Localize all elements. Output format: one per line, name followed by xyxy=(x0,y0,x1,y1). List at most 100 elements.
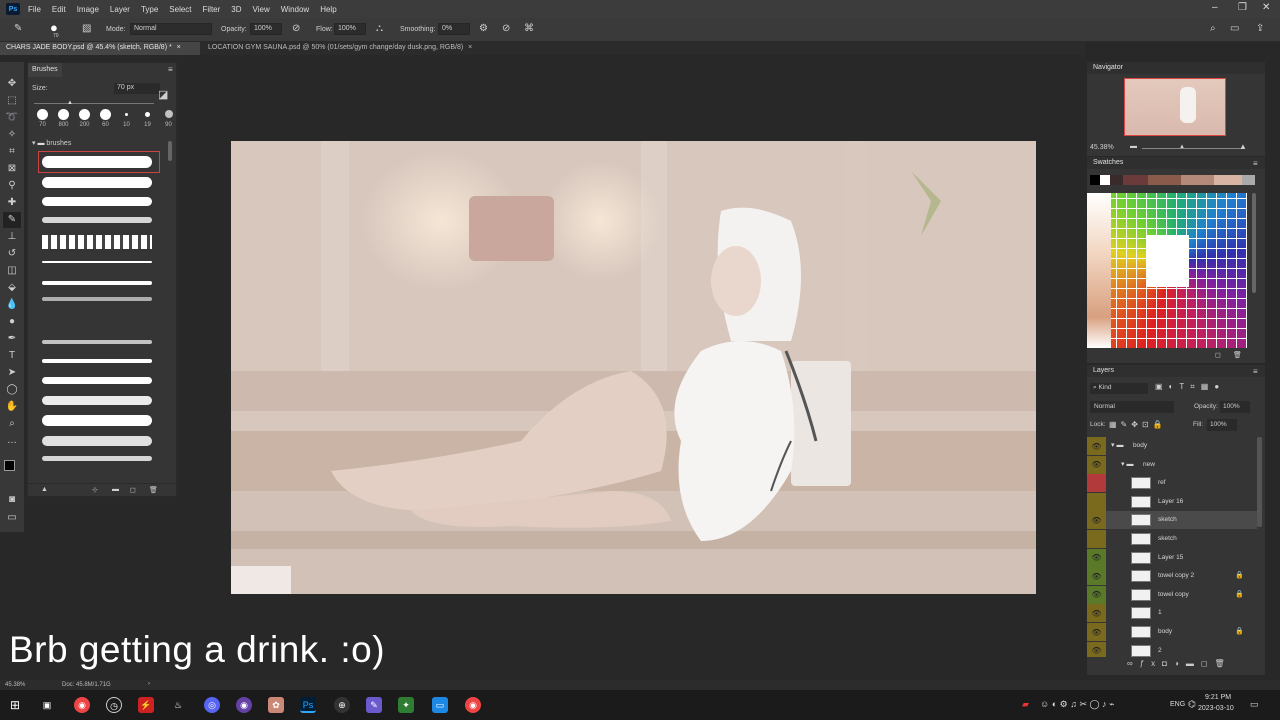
move-tool-icon[interactable]: ✥ xyxy=(3,76,21,92)
visibility-eye-icon[interactable] xyxy=(1087,492,1106,511)
visibility-eye-icon[interactable]: 👁 xyxy=(1087,641,1106,657)
trash-icon[interactable]: 🗑 xyxy=(1233,351,1242,359)
brush-stroke-preview[interactable] xyxy=(42,456,152,461)
brush-tool-icon[interactable]: ✎ xyxy=(3,212,21,228)
layer-row[interactable]: sketch xyxy=(1087,530,1257,548)
menu-window[interactable]: Window xyxy=(281,5,309,14)
gear-icon[interactable]: ⚙ xyxy=(479,23,488,34)
brush-stroke-preview[interactable] xyxy=(42,281,152,285)
share-icon[interactable]: ⇪ xyxy=(1256,23,1264,34)
photoshop-taskbar-icon[interactable]: Ps xyxy=(300,697,316,713)
minimize-icon[interactable]: – xyxy=(1212,2,1218,13)
fill-input[interactable]: 100% xyxy=(1207,419,1237,431)
shape-tool-icon[interactable]: ◯ xyxy=(3,382,21,398)
app-icon[interactable]: ✿ xyxy=(268,697,284,713)
task-view-icon[interactable]: ▣ xyxy=(39,697,55,713)
discord-icon[interactable]: ◎ xyxy=(204,697,220,713)
menu-3d[interactable]: 3D xyxy=(231,5,241,14)
crop-tool-icon[interactable]: ⌗ xyxy=(3,144,21,160)
size-slider-thumb[interactable]: ▲ xyxy=(67,100,73,106)
menu-image[interactable]: Image xyxy=(77,5,99,14)
brush-stroke-preview[interactable] xyxy=(42,415,152,426)
brush-stroke-preview[interactable] xyxy=(42,340,152,344)
brush-stroke-preview[interactable] xyxy=(42,217,152,223)
tab-location-gym-sauna[interactable]: LOCATION GYM SAUNA.psd @ 50% (01/sets/gy… xyxy=(202,42,512,55)
layer-row[interactable]: 👁 Layer 15 xyxy=(1087,548,1257,567)
layer-row[interactable]: 👁 body 🔒 xyxy=(1087,623,1257,641)
brush-stroke-preview[interactable] xyxy=(42,261,152,263)
status-arrow-icon[interactable]: › xyxy=(148,681,150,687)
panel-menu-icon[interactable]: ≡ xyxy=(1253,367,1258,376)
zoom-slider-track[interactable] xyxy=(1142,148,1242,149)
notifications-icon[interactable]: ▭ xyxy=(1250,699,1259,710)
color-swatch-grid[interactable] xyxy=(1087,193,1247,348)
visibility-eye-icon[interactable]: 👁 xyxy=(1087,437,1106,455)
type-tool-icon[interactable]: T xyxy=(3,348,21,364)
menu-edit[interactable]: Edit xyxy=(52,5,66,14)
app-icon[interactable]: ⚡ xyxy=(138,697,154,713)
brush-preset[interactable]: 60 xyxy=(95,109,116,128)
marquee-tool-icon[interactable]: ⬚ xyxy=(3,93,21,109)
panel-menu-icon[interactable]: ≡ xyxy=(1253,159,1258,168)
visibility-eye-icon[interactable]: 👁 xyxy=(1087,623,1106,641)
visibility-eye-icon[interactable]: 👁 xyxy=(1087,455,1106,474)
layer-row[interactable]: 👁 2 xyxy=(1087,641,1257,657)
menu-file[interactable]: File xyxy=(28,5,41,14)
visibility-eye-icon[interactable]: 👁 xyxy=(1087,585,1106,604)
app-icon[interactable]: ✦ xyxy=(398,697,414,713)
pressure-size-icon[interactable]: ⊘ xyxy=(502,23,510,34)
menu-filter[interactable]: Filter xyxy=(203,5,221,14)
blur-tool-icon[interactable]: 💧 xyxy=(3,297,21,313)
lasso-tool-icon[interactable]: ➰ xyxy=(3,110,21,126)
steam-icon[interactable]: ♨ xyxy=(170,697,186,713)
navigator-thumbnail[interactable] xyxy=(1124,78,1226,136)
brush-stroke-preview[interactable] xyxy=(42,197,152,206)
brush-stroke-preview[interactable] xyxy=(42,156,152,168)
tab-close-icon[interactable]: × xyxy=(468,44,472,51)
recent-swatches[interactable] xyxy=(1090,175,1255,185)
app-icon[interactable]: ✎ xyxy=(366,697,382,713)
new-brush-icon[interactable]: ◻ xyxy=(130,486,136,494)
zoom-slider-thumb[interactable]: ▲ xyxy=(1179,144,1185,150)
tab-chars-jade-body[interactable]: CHARS JADE BODY.psd @ 45.4% (sketch, RGB… xyxy=(0,42,200,55)
globe-icon[interactable]: ⊕ xyxy=(334,697,350,713)
clock-app-icon[interactable]: ◷ xyxy=(106,697,122,713)
size-slider-track[interactable] xyxy=(34,103,154,104)
quick-mask-icon[interactable]: ◙ xyxy=(3,492,21,508)
brush-stroke-preview[interactable] xyxy=(42,235,152,249)
visibility-eye-icon[interactable]: 👁 xyxy=(1087,567,1106,586)
clock-date[interactable]: 2023-03-10 xyxy=(1198,705,1234,712)
monitor-icon[interactable]: ▭ xyxy=(432,697,448,713)
lock-icons[interactable]: ▦✎✥⊡🔒 xyxy=(1109,420,1167,429)
layer-group-row[interactable]: 👁 ▾ ▬ body xyxy=(1087,437,1257,455)
swatches-panel-tab[interactable]: Swatches xyxy=(1087,157,1265,169)
frame-tool-icon[interactable]: ⊠ xyxy=(3,161,21,177)
blend-mode-select[interactable]: Normal xyxy=(1090,401,1174,413)
scrollbar-thumb[interactable] xyxy=(168,141,172,161)
trash-icon[interactable]: 🗑 xyxy=(149,486,158,494)
menu-view[interactable]: View xyxy=(253,5,270,14)
layer-filter-select[interactable]: ⌕ Kind xyxy=(1090,383,1148,394)
paint-bucket-tool-icon[interactable]: ⬙ xyxy=(3,280,21,296)
brush-preset[interactable]: 200 xyxy=(74,109,95,128)
layers-footer-icons[interactable]: ∞ƒx◘◑▬◻🗑 xyxy=(1127,659,1232,668)
visibility-eye-icon[interactable] xyxy=(1087,474,1106,493)
menu-select[interactable]: Select xyxy=(169,5,191,14)
brush-size-input[interactable]: 70 px xyxy=(114,83,160,94)
screen-mode-icon[interactable]: ▭ xyxy=(3,510,21,526)
brush-stroke-preview[interactable] xyxy=(42,377,152,384)
menu-type[interactable]: Type xyxy=(141,5,158,14)
document-canvas[interactable] xyxy=(231,141,1036,594)
panel-menu-icon[interactable]: ≡ xyxy=(168,65,173,74)
brush-preset[interactable]: 90 xyxy=(158,109,179,128)
smoothing-input[interactable]: 0% xyxy=(438,23,470,35)
status-zoom[interactable]: 45.38% xyxy=(5,682,25,688)
language-indicator[interactable]: ENG xyxy=(1170,701,1185,708)
pen-tool-icon[interactable]: ✒ xyxy=(3,331,21,347)
brush-preset[interactable]: 10 xyxy=(116,109,137,128)
layer-row[interactable]: 👁 sketch xyxy=(1087,511,1257,530)
obs-icon[interactable]: ◉ xyxy=(236,697,252,713)
zoom-tool-icon[interactable]: ⌕ xyxy=(3,416,21,432)
navigator-panel-tab[interactable]: Navigator xyxy=(1087,62,1265,74)
foreground-color-swatch[interactable] xyxy=(4,460,15,471)
